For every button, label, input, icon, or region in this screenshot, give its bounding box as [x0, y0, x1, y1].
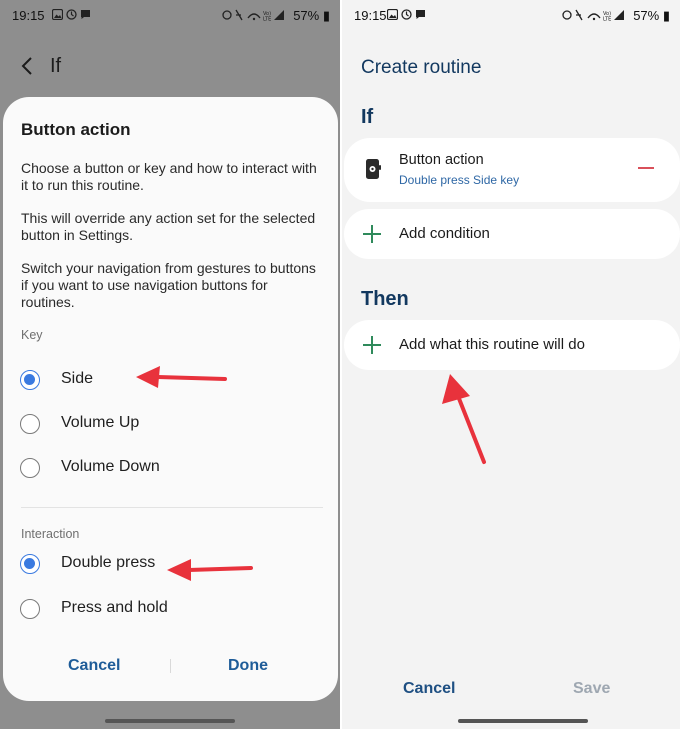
- radio-button-selected[interactable]: [20, 554, 40, 574]
- radio-option-press-and-hold[interactable]: Press and hold: [3, 587, 338, 631]
- battery-level: 57% ▮: [293, 8, 330, 23]
- radio-option-volume-down[interactable]: Volume Down: [3, 446, 338, 490]
- button-divider: [170, 659, 171, 673]
- sheet-description-1: Choose a button or key and how to intera…: [21, 160, 317, 193]
- page-title: Create routine: [361, 57, 482, 78]
- battery-level: 57% ▮: [633, 8, 670, 23]
- gallery-notification-icon: [387, 9, 398, 20]
- button-action-sheet: Button action Choose a button or key and…: [3, 97, 338, 701]
- plus-icon: [363, 336, 381, 354]
- radio-button-selected[interactable]: [20, 370, 40, 390]
- condition-card[interactable]: Button action Double press Side key: [344, 138, 680, 202]
- plus-icon: [363, 225, 381, 243]
- radio-label: Double press: [61, 554, 156, 571]
- radio-button[interactable]: [20, 414, 40, 434]
- page-title: If: [50, 55, 62, 77]
- sheet-description-3: Switch your navigation from gestures to …: [21, 260, 316, 310]
- gesture-bar: [458, 719, 588, 723]
- gesture-bar: [105, 719, 235, 723]
- annotation-arrow-double-press: [167, 559, 253, 581]
- system-status-icons: Vo)LTE: [562, 9, 624, 22]
- interaction-section-label: Interaction: [21, 527, 80, 541]
- key-section-label: Key: [21, 328, 43, 342]
- annotation-arrow-side: [136, 366, 227, 388]
- right-screen: 19:15 Vo) LTE 57% ▮ Create routine If But…: [342, 0, 680, 729]
- gallery-notification-icon: [52, 9, 63, 20]
- left-screen: 19:15 Vo) LTE 57% ▮ If Button action Choo…: [0, 0, 340, 729]
- remove-condition-icon[interactable]: [638, 167, 654, 169]
- svg-text:LTE: LTE: [263, 17, 271, 22]
- sync-notification-icon: [66, 9, 77, 20]
- radio-label: Side: [61, 370, 94, 387]
- status-bar: 19:15 Vo) LTE 57% ▮: [342, 0, 680, 32]
- phone-button-icon: [366, 159, 381, 179]
- sheet-title: Button action: [21, 120, 131, 139]
- sync-notification-icon: [401, 9, 412, 20]
- add-condition-button[interactable]: Add condition: [344, 209, 680, 259]
- if-section-heading: If: [361, 106, 374, 128]
- radio-option-volume-up[interactable]: Volume Up: [3, 402, 338, 446]
- radio-label: Volume Up: [61, 414, 140, 431]
- chat-notification-icon: [81, 10, 90, 19]
- radio-button[interactable]: [20, 599, 40, 619]
- then-section-heading: Then: [361, 288, 409, 310]
- save-button[interactable]: Save: [573, 680, 610, 698]
- radio-label: Volume Down: [61, 458, 160, 475]
- back-arrow-icon[interactable]: [14, 52, 42, 80]
- add-condition-label: Add condition: [399, 225, 490, 242]
- done-button[interactable]: Done: [228, 657, 268, 675]
- cancel-button[interactable]: Cancel: [68, 657, 120, 675]
- svg-text:LTE: LTE: [603, 17, 611, 22]
- cancel-button[interactable]: Cancel: [403, 680, 455, 698]
- radio-label: Press and hold: [61, 599, 168, 616]
- section-divider: [21, 507, 323, 508]
- sheet-description-2: This will override any action set for th…: [21, 210, 316, 243]
- add-action-label: Add what this routine will do: [399, 336, 585, 353]
- radio-button[interactable]: [20, 458, 40, 478]
- system-status-icons: Vo)LTE: [222, 9, 284, 22]
- status-time: 19:15: [354, 8, 387, 23]
- add-action-button[interactable]: Add what this routine will do: [344, 320, 680, 370]
- chat-notification-icon: [416, 10, 425, 19]
- annotation-arrow-add-action: [442, 374, 486, 464]
- status-time: 19:15: [12, 8, 45, 23]
- status-bar: 19:15 Vo) LTE 57% ▮: [0, 0, 340, 32]
- condition-title: Button action: [399, 152, 484, 168]
- condition-subtitle: Double press Side key: [399, 173, 520, 187]
